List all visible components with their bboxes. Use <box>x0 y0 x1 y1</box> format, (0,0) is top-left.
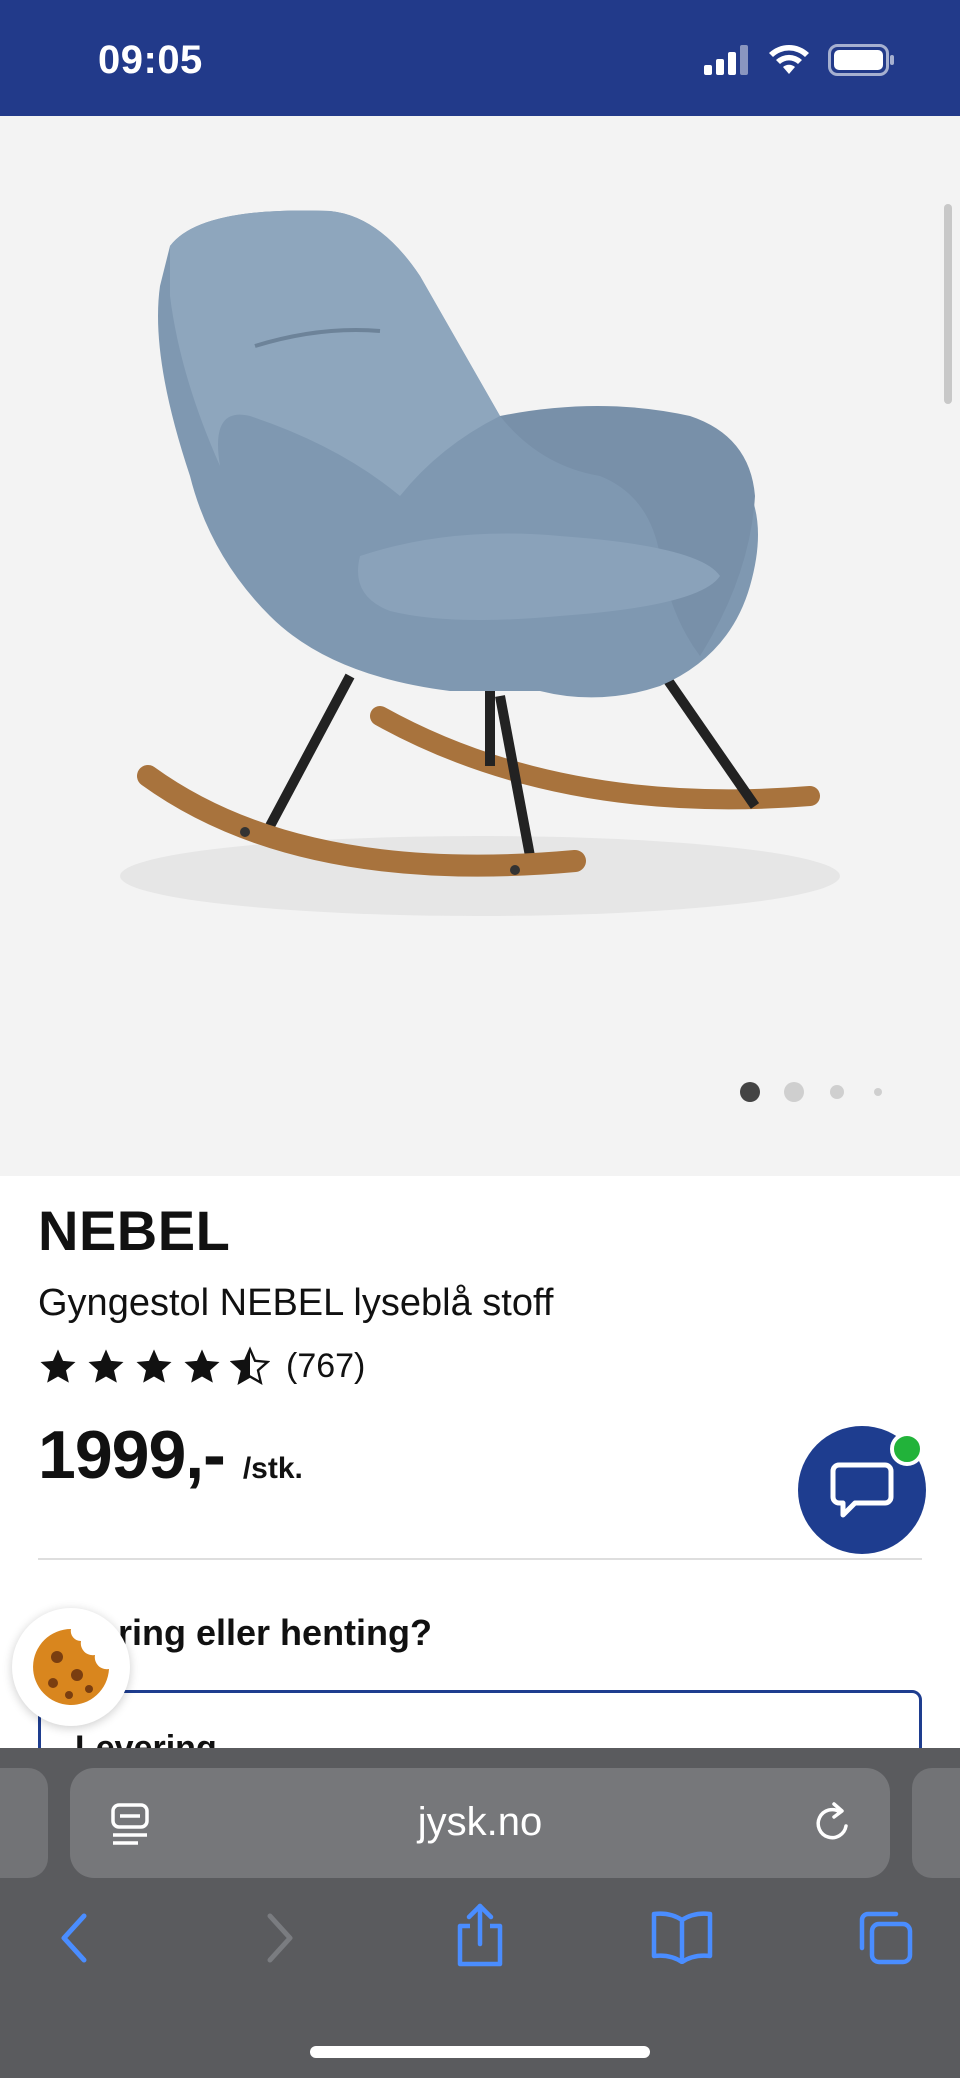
product-rating[interactable]: (767) <box>38 1346 365 1386</box>
review-count[interactable]: (767) <box>286 1347 365 1386</box>
signal-icon <box>704 45 748 75</box>
tabs-icon[interactable] <box>856 1908 916 1968</box>
url-text[interactable]: jysk.no <box>70 1800 890 1845</box>
product-price: 1999,- /stk. <box>38 1416 303 1494</box>
product-brand: NEBEL <box>38 1199 231 1262</box>
status-icons <box>704 44 896 76</box>
gallery-dot-1[interactable] <box>740 1082 760 1102</box>
star-icon <box>40 1349 76 1383</box>
wifi-icon <box>769 45 809 74</box>
status-time: 09:05 <box>98 38 203 82</box>
star-icon <box>136 1349 172 1383</box>
browser-bottom-bar: jysk.no <box>0 1748 960 2078</box>
home-indicator <box>310 2046 650 2058</box>
half-star-icon <box>230 1346 270 1385</box>
product-image-gallery[interactable] <box>0 116 960 1176</box>
gallery-scrollbar[interactable] <box>944 204 952 404</box>
cookie-settings-button[interactable] <box>12 1608 130 1726</box>
gallery-dot-3[interactable] <box>830 1085 844 1099</box>
forward-icon[interactable] <box>260 1908 300 1968</box>
gallery-dot-4[interactable] <box>874 1088 882 1096</box>
back-icon[interactable] <box>54 1908 94 1968</box>
share-icon[interactable] <box>452 1900 508 1970</box>
delivery-question: ring eller henting? <box>118 1612 433 1653</box>
chat-icon <box>830 1462 894 1518</box>
status-bar: 09:05 <box>0 0 960 116</box>
previous-tab-peek[interactable] <box>0 1768 48 1878</box>
star-icon <box>88 1349 124 1383</box>
address-bar[interactable]: jysk.no <box>70 1768 890 1878</box>
star-icon <box>184 1349 220 1383</box>
gallery-pagination[interactable] <box>740 1082 882 1102</box>
bookmarks-icon[interactable] <box>650 1910 714 1964</box>
price-unit: /stk. <box>242 1452 303 1485</box>
divider <box>38 1558 922 1560</box>
price-value: 1999,- <box>38 1417 226 1493</box>
gallery-dot-2[interactable] <box>784 1082 804 1102</box>
product-description: Gyngestol NEBEL lyseblå stoff <box>38 1282 554 1324</box>
reload-icon[interactable] <box>810 1798 856 1846</box>
product-image <box>120 210 840 916</box>
online-status-dot <box>890 1432 924 1466</box>
cookie-icon <box>33 1629 110 1705</box>
next-tab-peek[interactable] <box>912 1768 960 1878</box>
battery-icon <box>828 44 894 76</box>
browser-toolbar <box>0 1903 960 1998</box>
